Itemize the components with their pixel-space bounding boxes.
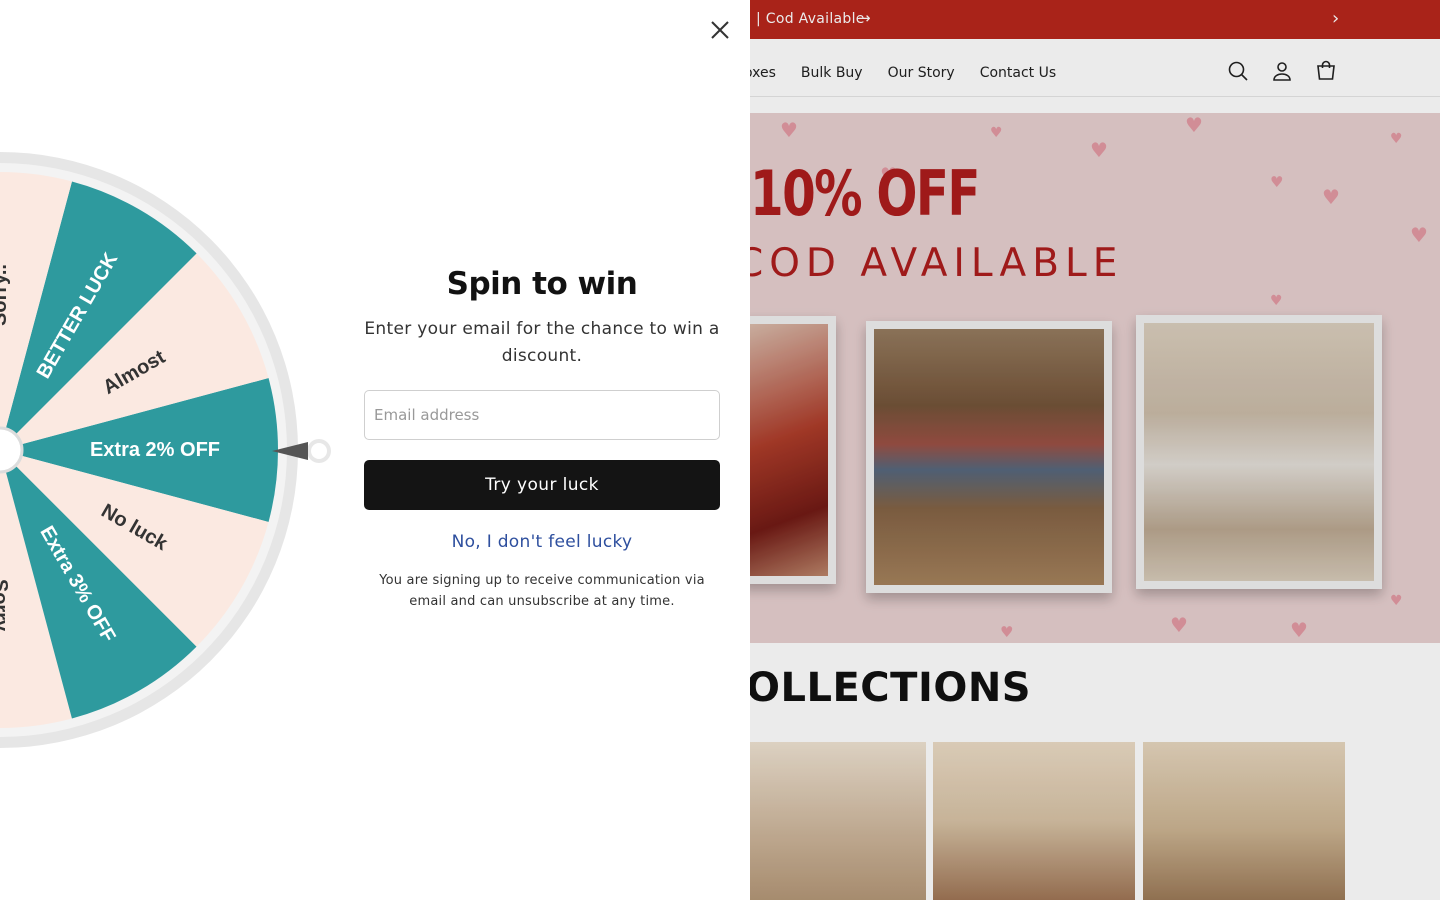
popup-title: Spin to win	[446, 266, 638, 302]
wheel-segment-label: Sorry..	[0, 264, 11, 326]
decline-link[interactable]: No, I don't feel lucky	[452, 532, 633, 552]
disclaimer-text: You are signing up to receive communicat…	[379, 573, 705, 609]
try-your-luck-button[interactable]: Try your luck	[364, 460, 720, 510]
page-dim-overlay[interactable]	[750, 0, 1440, 900]
prize-wheel: Extra 2% OFF Almost BETTER LUCK Sorry.. Sorr…	[0, 150, 300, 750]
wheel-segment-label: Extra 2% OFF	[90, 439, 220, 461]
close-icon[interactable]	[708, 18, 732, 42]
wheel-pointer-icon	[272, 439, 331, 463]
popup-subtitle: Enter your email for the chance to win a…	[364, 319, 720, 366]
spin-to-win-popup: Extra 2% OFF Almost BETTER LUCK Sorry.. Sorr…	[0, 0, 750, 900]
wheel-segment-label: Sorry	[0, 579, 11, 632]
email-input[interactable]	[364, 390, 720, 440]
wheel-graphic: Extra 2% OFFAlmostBETTER LUCKSorry..Sorr…	[0, 152, 298, 748]
signup-form: Spin to win Enter your email for the cha…	[364, 266, 720, 612]
